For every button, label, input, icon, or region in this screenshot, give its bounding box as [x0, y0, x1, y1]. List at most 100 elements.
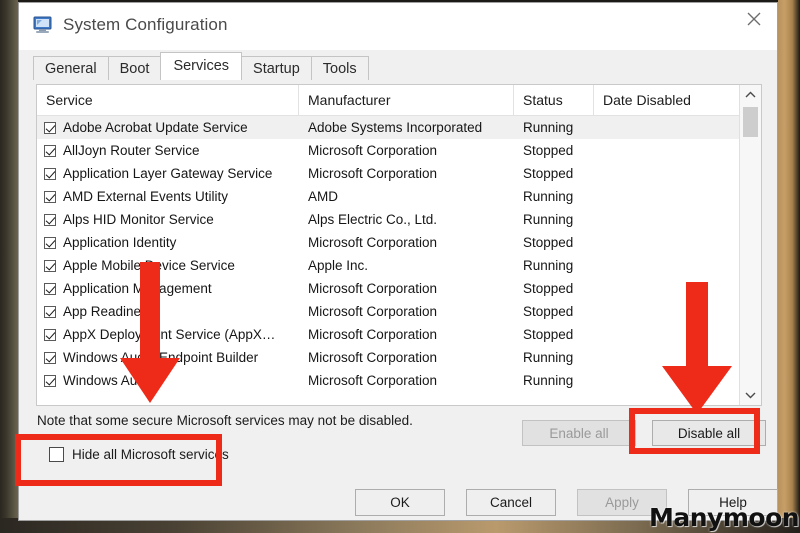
- service-cell: App Readiness: [37, 304, 299, 319]
- cancel-button[interactable]: Cancel: [466, 489, 556, 516]
- column-header-service[interactable]: Service: [37, 85, 299, 115]
- services-scrollbar[interactable]: [739, 85, 761, 405]
- watermark: Manymoon: [649, 503, 800, 532]
- table-row[interactable]: AllJoyn Router Service Microsoft Corporat…: [37, 139, 761, 162]
- service-cell: AllJoyn Router Service: [37, 143, 299, 158]
- service-cell: Application Layer Gateway Service: [37, 166, 299, 181]
- service-name: Application Layer Gateway Service: [63, 166, 273, 181]
- checkbox-box-icon: [49, 447, 64, 462]
- service-checkbox-icon[interactable]: [44, 374, 56, 387]
- tab-general[interactable]: General: [33, 56, 109, 80]
- service-checkbox-icon[interactable]: [44, 144, 56, 157]
- manufacturer-cell: Microsoft Corporation: [308, 327, 438, 342]
- manufacturer-cell: Microsoft Corporation: [308, 143, 438, 158]
- service-checkbox-icon[interactable]: [44, 282, 56, 295]
- enable-all-button: Enable all: [522, 420, 636, 446]
- title-bar: System Configuration: [19, 3, 777, 50]
- tab-services[interactable]: Services: [160, 52, 243, 80]
- service-checkbox-icon[interactable]: [44, 351, 56, 364]
- status-cell: Stopped: [523, 235, 574, 250]
- status-cell: Running: [523, 189, 574, 204]
- service-cell: Windows Audio Endpoint Builder: [37, 350, 299, 365]
- column-header-date-disabled[interactable]: Date Disabled: [594, 85, 742, 115]
- status-cell: Stopped: [523, 304, 574, 319]
- manufacturer-cell: Microsoft Corporation: [308, 281, 438, 296]
- scroll-up-icon[interactable]: [740, 85, 761, 105]
- tab-boot[interactable]: Boot: [107, 56, 162, 80]
- service-cell: AppX Deployment Service (AppX…: [37, 327, 299, 342]
- service-name: AppX Deployment Service (AppX…: [63, 327, 276, 342]
- status-cell: Running: [523, 373, 574, 388]
- manufacturer-cell: Microsoft Corporation: [308, 235, 438, 250]
- service-checkbox-icon[interactable]: [44, 259, 56, 272]
- table-row[interactable]: Windows Audio Endpoint Builder Microsoft …: [37, 346, 761, 369]
- background-left-strip: [0, 0, 18, 533]
- disable-all-button[interactable]: Disable all: [652, 420, 766, 446]
- scroll-down-icon[interactable]: [740, 385, 761, 405]
- tab-list: General Boot Services Startup Tools: [33, 52, 369, 80]
- background-right-strip: [778, 0, 800, 533]
- service-name: Windows Audio: [63, 373, 156, 388]
- service-name: AMD External Events Utility: [63, 189, 229, 204]
- ok-button[interactable]: OK: [355, 489, 445, 516]
- service-checkbox-icon[interactable]: [44, 305, 56, 318]
- service-cell: Adobe Acrobat Update Service: [37, 120, 299, 135]
- column-header-manufacturer[interactable]: Manufacturer: [299, 85, 514, 115]
- status-cell: Running: [523, 258, 574, 273]
- column-header-status[interactable]: Status: [514, 85, 594, 115]
- service-name: AllJoyn Router Service: [63, 143, 200, 158]
- manufacturer-cell: Apple Inc.: [308, 258, 369, 273]
- table-row[interactable]: Apple Mobile Device Service Apple Inc. Run…: [37, 254, 761, 277]
- table-row[interactable]: App Readiness Microsoft Corporation Stoppe…: [37, 300, 761, 323]
- service-cell: Application Identity: [37, 235, 299, 250]
- table-row[interactable]: Adobe Acrobat Update Service Adobe System…: [37, 116, 761, 139]
- service-name: Adobe Acrobat Update Service: [63, 120, 248, 135]
- manufacturer-cell: Microsoft Corporation: [308, 304, 438, 319]
- service-name: Application Management: [63, 281, 212, 296]
- computer-monitor-icon: [33, 16, 53, 34]
- table-row[interactable]: Alps HID Monitor Service Alps Electric Co…: [37, 208, 761, 231]
- service-cell: Alps HID Monitor Service: [37, 212, 299, 227]
- scrollbar-thumb[interactable]: [743, 107, 758, 137]
- manufacturer-cell: Microsoft Corporation: [308, 166, 438, 181]
- status-cell: Running: [523, 212, 574, 227]
- status-cell: Running: [523, 120, 574, 135]
- service-cell: Windows Audio: [37, 373, 299, 388]
- table-row[interactable]: Application Layer Gateway Service Microso…: [37, 162, 761, 185]
- service-checkbox-icon[interactable]: [44, 236, 56, 249]
- manufacturer-cell: AMD: [308, 189, 338, 204]
- secure-services-note: Note that some secure Microsoft services…: [37, 413, 413, 428]
- hide-all-microsoft-services-label: Hide all Microsoft services: [72, 447, 229, 462]
- table-row[interactable]: AppX Deployment Service (AppX… Microsoft …: [37, 323, 761, 346]
- manufacturer-cell: Adobe Systems Incorporated: [308, 120, 483, 135]
- service-checkbox-icon[interactable]: [44, 190, 56, 203]
- service-checkbox-icon[interactable]: [44, 167, 56, 180]
- service-name: Apple Mobile Device Service: [63, 258, 235, 273]
- service-cell: Application Management: [37, 281, 299, 296]
- table-row[interactable]: Application Identity Microsoft Corporatio…: [37, 231, 761, 254]
- status-cell: Stopped: [523, 166, 574, 181]
- services-rows: Adobe Acrobat Update Service Adobe System…: [37, 116, 761, 392]
- manufacturer-cell: Alps Electric Co., Ltd.: [308, 212, 438, 227]
- status-cell: Stopped: [523, 143, 574, 158]
- manufacturer-cell: Microsoft Corporation: [308, 373, 438, 388]
- service-name: Alps HID Monitor Service: [63, 212, 214, 227]
- service-checkbox-icon[interactable]: [44, 328, 56, 341]
- hide-all-microsoft-services-checkbox[interactable]: Hide all Microsoft services: [49, 447, 229, 462]
- services-list: Service Manufacturer Status Date Disable…: [36, 84, 762, 406]
- tab-tools[interactable]: Tools: [310, 56, 369, 80]
- table-row[interactable]: Windows Audio Microsoft Corporation Runnin…: [37, 369, 761, 392]
- window-title: System Configuration: [63, 15, 228, 34]
- service-name: App Readiness: [63, 304, 155, 319]
- service-checkbox-icon[interactable]: [44, 121, 56, 134]
- tab-startup[interactable]: Startup: [241, 56, 312, 80]
- close-icon[interactable]: [731, 3, 777, 35]
- status-cell: Stopped: [523, 327, 574, 342]
- service-cell: AMD External Events Utility: [37, 189, 299, 204]
- service-checkbox-icon[interactable]: [44, 213, 56, 226]
- table-row[interactable]: AMD External Events Utility AMD Running: [37, 185, 761, 208]
- service-cell: Apple Mobile Device Service: [37, 258, 299, 273]
- table-row[interactable]: Application Management Microsoft Corporat…: [37, 277, 761, 300]
- service-name: Application Identity: [63, 235, 177, 250]
- tab-strip: General Boot Services Startup Tools: [19, 50, 777, 80]
